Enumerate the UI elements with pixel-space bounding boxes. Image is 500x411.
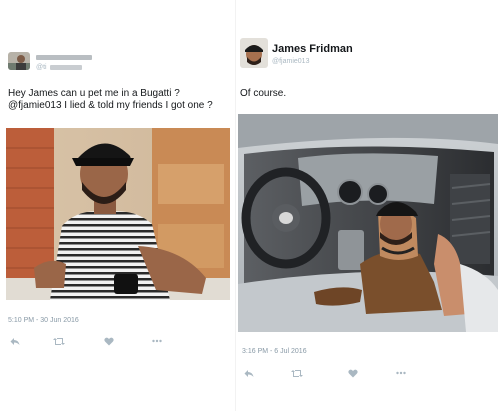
reply-icon[interactable] [242, 366, 256, 380]
retweet-icon[interactable] [290, 366, 304, 380]
reply-icon[interactable] [8, 334, 22, 348]
like-icon[interactable] [102, 334, 116, 348]
user-handle[interactable]: @fjamie013 [272, 58, 309, 65]
tweet-actions [242, 366, 462, 380]
right-tweet-card: James Fridman @fjamie013 Of course. 3:16… [236, 0, 500, 411]
tweet-text: Of course. [240, 88, 287, 99]
retweet-icon[interactable] [52, 334, 66, 348]
tweet-photo[interactable] [6, 128, 230, 300]
tweet-timestamp[interactable]: 3:16 PM - 6 Jul 2016 [242, 348, 307, 355]
like-icon[interactable] [346, 366, 360, 380]
user-avatar[interactable] [8, 52, 30, 70]
redacted-name [36, 55, 92, 60]
tweet-text-line-1: Hey James can u pet me in a Bugatti ? [8, 88, 180, 99]
display-name[interactable]: James Fridman [272, 43, 353, 55]
tweet-photo[interactable] [238, 114, 498, 332]
redacted-handle: @ti [36, 64, 82, 71]
tweet-actions [8, 334, 208, 348]
tweet-timestamp[interactable]: 5:10 PM - 30 Jun 2016 [8, 317, 79, 324]
tweet-text: Hey James can u pet me in a Bugatti ? @f… [8, 88, 234, 112]
tweet-text-line-2: @fjamie013 I lied & told my friends I go… [8, 100, 213, 111]
more-icon[interactable] [150, 334, 164, 348]
handle-fragment: @ti [36, 64, 47, 71]
user-avatar[interactable] [240, 38, 268, 68]
more-icon[interactable] [394, 366, 408, 380]
left-tweet-card: @ti Hey James can u pet me in a Bugatti … [0, 0, 236, 411]
